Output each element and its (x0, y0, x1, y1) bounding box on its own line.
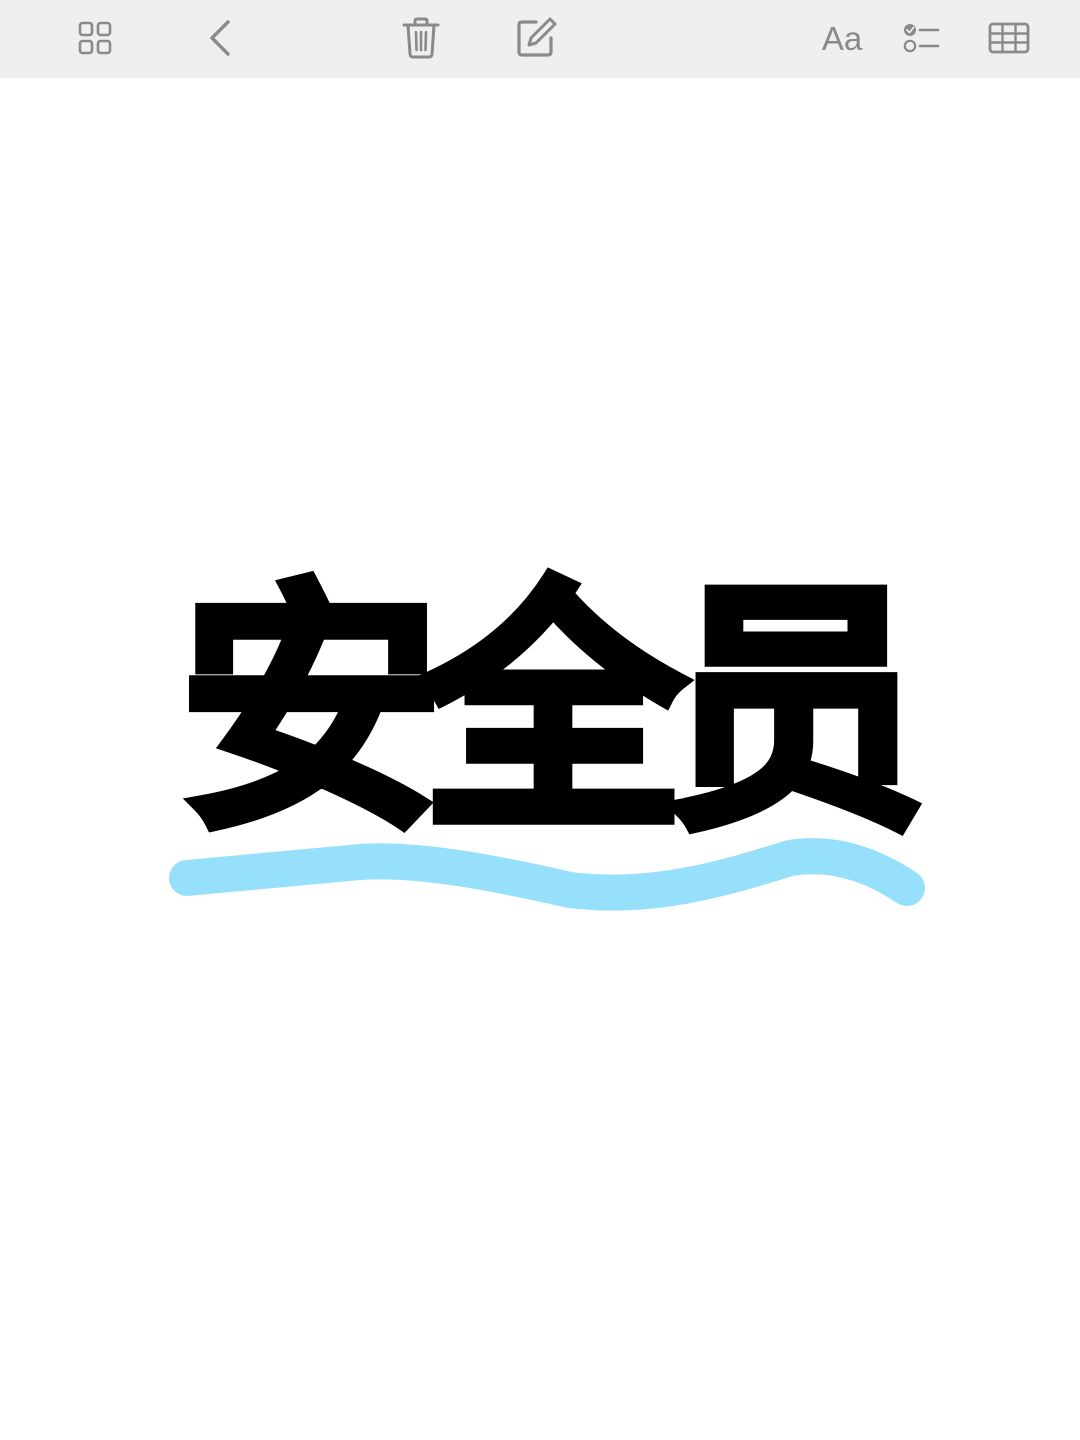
table-icon (988, 22, 1030, 54)
grid-icon (78, 21, 112, 55)
checklist-icon (903, 24, 940, 53)
compose-icon (517, 17, 557, 57)
title-char: 安 (175, 559, 447, 864)
trash-icon (402, 17, 440, 59)
delete-button[interactable] (391, 8, 451, 68)
title-char: 全 (417, 559, 689, 864)
title-char: 员 (659, 559, 931, 864)
note-title-text: 安 全 员 (175, 559, 931, 864)
checklist-button[interactable] (892, 8, 952, 68)
format-button[interactable]: Aa (812, 8, 872, 68)
notes-app-screen: Aa 安 全 员 (0, 0, 1080, 1440)
toolbar: Aa (0, 0, 1080, 78)
gallery-view-button[interactable] (65, 8, 125, 68)
compose-button[interactable] (506, 8, 566, 68)
chevron-left-icon (210, 20, 230, 56)
table-button[interactable] (979, 8, 1039, 68)
back-button[interactable] (190, 8, 250, 68)
format-icon: Aa (821, 19, 863, 57)
